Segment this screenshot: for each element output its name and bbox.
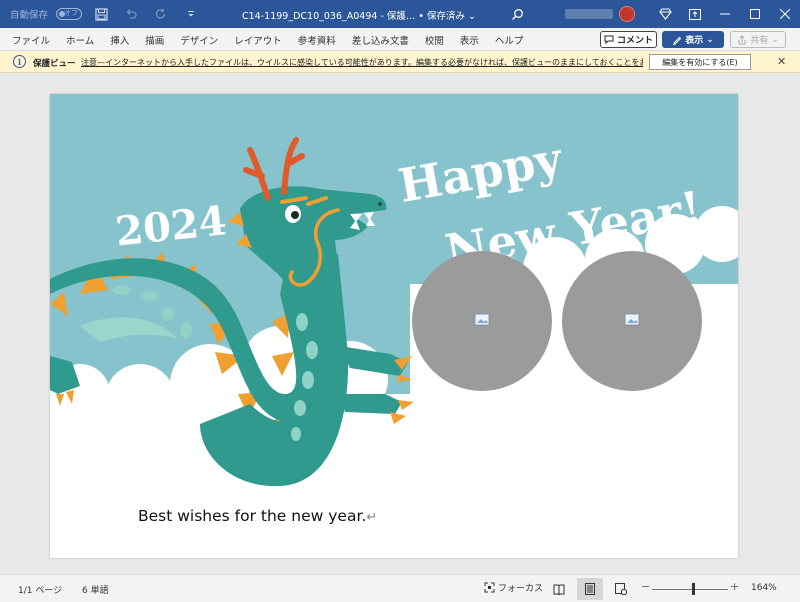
comment-button[interactable]: コメント — [600, 31, 657, 48]
tab-mailings[interactable]: 差し込み文書 — [344, 33, 417, 47]
broken-image-icon — [474, 313, 490, 326]
tab-insert[interactable]: 挿入 — [102, 33, 137, 47]
document-page[interactable]: 2024 Happy New Year! Best wishes for the… — [50, 94, 738, 558]
tab-references[interactable]: 参考資料 — [290, 33, 344, 47]
chevron-down-icon: ⌄ — [706, 34, 714, 45]
close-icon[interactable] — [770, 0, 800, 28]
ribbon-tabs: ファイル ホーム 挿入 描画 デザイン レイアウト 参考資料 差し込み文書 校閲… — [4, 28, 531, 51]
undo-icon[interactable] — [120, 4, 142, 24]
comment-button-label: コメント — [616, 36, 653, 46]
user-name-blurred[interactable] — [565, 9, 613, 19]
page-count[interactable]: 1/1 ページ — [18, 583, 62, 596]
focus-mode-button[interactable]: フォーカス — [484, 581, 543, 594]
share-button[interactable]: 共有 ⌄ — [730, 31, 786, 48]
greeting-caption[interactable]: Best wishes for the new year.↵ — [138, 507, 377, 525]
customize-toolbar-icon[interactable] — [180, 4, 202, 24]
maximize-icon[interactable] — [740, 0, 770, 28]
document-title[interactable]: C14-1199_DC10_036_A0494 - 保護… • 保存済み ⌄ — [242, 8, 476, 22]
tab-draw[interactable]: 描画 — [137, 33, 172, 47]
zoom-level[interactable]: 164% — [751, 583, 777, 593]
read-mode-button[interactable] — [546, 578, 572, 600]
tab-review[interactable]: 校閲 — [417, 33, 452, 47]
comment-icon — [604, 35, 614, 44]
web-layout-button[interactable] — [608, 578, 634, 600]
tab-layout[interactable]: レイアウト — [226, 33, 290, 47]
protected-view-label: 保護ビュー — [33, 59, 76, 69]
redo-icon[interactable] — [150, 4, 172, 24]
title-bar: 自動保存 オフ C14-1199_DC10_036_A0494 - 保護… • … — [0, 0, 800, 28]
web-page-icon — [615, 583, 627, 595]
zoom-slider-track[interactable] — [652, 589, 728, 590]
tab-view[interactable]: 表示 — [452, 33, 487, 47]
tab-file[interactable]: ファイル — [4, 33, 58, 47]
page-icon — [585, 583, 595, 595]
zoom-slider-thumb[interactable] — [692, 583, 695, 595]
tab-design[interactable]: デザイン — [172, 33, 226, 47]
pen-icon — [673, 36, 682, 45]
book-icon — [553, 584, 565, 595]
focus-label: フォーカス — [498, 584, 544, 594]
protected-view-message[interactable]: 注意—インターネットから入手したファイルは、ウイルスに感染している可能性がありま… — [81, 57, 643, 68]
zoom-out-button[interactable]: − — [641, 580, 650, 593]
document-canvas[interactable]: 2024 Happy New Year! Best wishes for the… — [0, 73, 800, 574]
tab-home[interactable]: ホーム — [58, 33, 102, 47]
enable-editing-button[interactable]: 編集を有効にする(E) — [649, 54, 751, 70]
close-icon[interactable]: ✕ — [777, 55, 786, 68]
chevron-down-icon: ⌄ — [771, 34, 779, 45]
print-layout-button[interactable] — [577, 578, 603, 600]
diamond-icon[interactable] — [650, 0, 680, 28]
avatar[interactable] — [619, 6, 635, 22]
zoom-in-button[interactable]: + — [730, 580, 739, 593]
view-mode-label: 表示 — [685, 36, 704, 46]
save-icon[interactable] — [90, 4, 112, 24]
paragraph-mark: ↵ — [366, 510, 378, 525]
word-count[interactable]: 6 単語 — [82, 583, 109, 596]
tab-help[interactable]: ヘルプ — [487, 33, 532, 47]
autosave-toggle[interactable]: オフ — [56, 8, 83, 20]
search-icon[interactable] — [506, 4, 528, 24]
autosave-label: 自動保存 — [10, 10, 49, 21]
autosave-state: オフ — [64, 9, 79, 17]
status-bar: 1/1 ページ 6 単語 フォーカス − + 164% — [0, 574, 800, 602]
view-mode-button[interactable]: 表示 ⌄ — [662, 31, 724, 48]
focus-icon — [484, 582, 495, 593]
new-year-illustration: 2024 Happy New Year! — [50, 94, 738, 558]
share-button-label: 共有 — [750, 36, 769, 46]
ribbon-display-options-icon[interactable] — [680, 0, 710, 28]
ribbon: ファイル ホーム 挿入 描画 デザイン レイアウト 参考資料 差し込み文書 校閲… — [0, 28, 800, 51]
info-icon: i — [13, 55, 26, 68]
greeting-text: Best wishes for the new year. — [138, 507, 367, 525]
broken-image-icon — [624, 313, 640, 326]
minimize-icon[interactable] — [710, 0, 740, 28]
protected-view-bar: i 保護ビュー 注意—インターネットから入手したファイルは、ウイルスに感染してい… — [0, 51, 800, 73]
share-icon — [738, 34, 746, 44]
